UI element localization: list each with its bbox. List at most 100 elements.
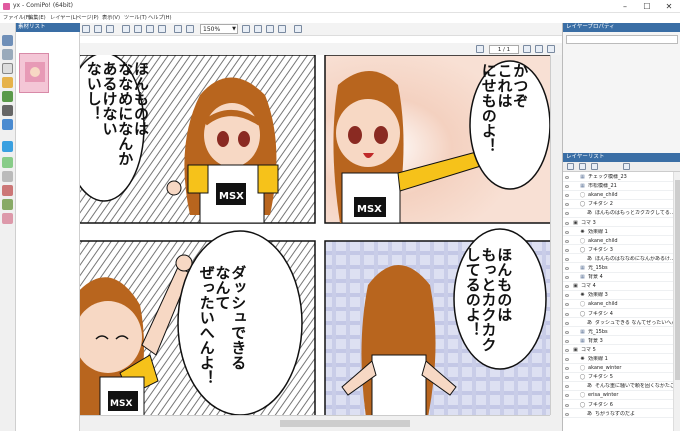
layer-row[interactable]: ▦ 背景 3 <box>563 338 673 346</box>
layer-row[interactable]: ✺ 効果線 3 <box>563 292 673 300</box>
layer-row[interactable]: ◯ akane_child <box>563 301 673 309</box>
property-field[interactable] <box>566 35 678 44</box>
last-page-icon[interactable] <box>547 45 555 53</box>
layer-row[interactable]: ◯ フキダシ 2 <box>563 201 673 209</box>
layer-row[interactable]: ◯ akane_child <box>563 238 673 246</box>
image-icon[interactable] <box>2 91 13 102</box>
canvas-horizontal-scrollbar[interactable] <box>80 415 550 431</box>
close-button[interactable]: ✕ <box>658 0 680 13</box>
eye-icon[interactable] <box>565 285 569 289</box>
eye-icon[interactable] <box>565 221 569 225</box>
eye-icon[interactable] <box>565 239 569 243</box>
copy-icon[interactable] <box>146 25 154 33</box>
cut-icon[interactable] <box>134 25 142 33</box>
scroll-thumb[interactable] <box>280 420 410 427</box>
page-list-icon[interactable] <box>476 45 484 53</box>
eye-icon[interactable] <box>565 276 569 280</box>
print-icon[interactable] <box>122 25 130 33</box>
panel-3-dialogue[interactable]: ダッシュできる なんて ぜったいへんよ！ <box>198 265 248 415</box>
eye-icon[interactable] <box>565 312 569 316</box>
fit-page-icon[interactable] <box>266 25 274 33</box>
layer-row[interactable]: ▣ コマ 4 <box>563 283 673 291</box>
menu-tool[interactable]: ツール(T) <box>124 14 147 21</box>
layer-scroll-thumb[interactable] <box>675 180 680 380</box>
balloon-icon[interactable] <box>2 63 13 74</box>
layer-delete-icon[interactable] <box>623 163 630 170</box>
page-indicator[interactable]: 1 / 1 <box>489 45 519 54</box>
pattern-icon[interactable] <box>2 171 13 182</box>
next-page-icon[interactable] <box>535 45 543 53</box>
eye-icon[interactable] <box>565 385 569 389</box>
eye-icon[interactable] <box>565 394 569 398</box>
background-icon[interactable] <box>2 49 13 60</box>
sticker-icon[interactable] <box>2 185 13 196</box>
face-icon[interactable] <box>2 213 13 224</box>
actual-size-icon[interactable] <box>278 25 286 33</box>
eye-icon[interactable] <box>565 212 569 216</box>
tone-icon[interactable] <box>2 157 13 168</box>
layer-row[interactable]: ✺ 効果線 1 <box>563 229 673 237</box>
panel-1-dialogue[interactable]: ほんものは ななめになんか あるけない ないし！ <box>85 61 150 221</box>
eye-icon[interactable] <box>565 376 569 380</box>
menu-page[interactable]: ページ(P) <box>76 14 99 21</box>
menu-edit[interactable]: 編集(E) <box>28 14 46 21</box>
pose-icon[interactable] <box>2 119 13 130</box>
eye-icon[interactable] <box>565 403 569 407</box>
panel-4-dialogue[interactable]: ほんものは もっとカクカク してるのよ！ <box>464 247 514 377</box>
layer-row[interactable]: ◯ フキダシ 4 <box>563 311 673 318</box>
layer-row[interactable]: ▦ チェック模様_23 <box>563 174 673 182</box>
redo-icon[interactable] <box>186 25 194 33</box>
menu-help[interactable]: ヘルプ(H) <box>148 14 172 21</box>
eye-icon[interactable] <box>565 321 569 325</box>
layer-row[interactable]: あそんな重に騒いで頼を固くなかたこ <box>563 383 673 391</box>
layer-list-scrollbar[interactable] <box>673 172 680 431</box>
eye-icon[interactable] <box>565 257 569 261</box>
eye-icon[interactable] <box>565 358 569 361</box>
layer-row[interactable]: ▦ 背景 4 <box>563 274 673 282</box>
zoom-select[interactable]: 150% ▼ <box>200 24 238 34</box>
maximize-button[interactable]: ☐ <box>636 0 658 13</box>
layer-row[interactable]: あちがうなずのだよ <box>563 411 673 419</box>
new-file-icon[interactable] <box>82 25 90 33</box>
layer-row[interactable]: ◯ フキダシ 5 <box>563 374 673 382</box>
paste-icon[interactable] <box>158 25 166 33</box>
panel-2-dialogue[interactable]: かつぞ これは にせものよ！ <box>480 63 530 193</box>
zoom-in-icon[interactable] <box>242 25 250 33</box>
layer-row[interactable]: あほんものはもっとカクカクしてる… <box>563 210 673 218</box>
layer-row[interactable]: ✺ 効果線 1 <box>563 356 673 364</box>
zoom-out-icon[interactable] <box>254 25 262 33</box>
eye-icon[interactable] <box>565 267 569 270</box>
eye-icon[interactable] <box>565 339 569 343</box>
layer-row[interactable]: ◯ akane_child <box>563 192 673 200</box>
eye-icon[interactable] <box>565 348 569 352</box>
save-icon[interactable] <box>106 25 114 33</box>
open-file-icon[interactable] <box>94 25 102 33</box>
layer-row[interactable]: ◯ フキダシ 3 <box>563 247 673 255</box>
eye-icon[interactable] <box>565 176 569 179</box>
eye-icon[interactable] <box>565 303 569 307</box>
layer-row[interactable]: ◯ akane_winter <box>563 365 673 373</box>
canvas-area[interactable]: MSX MSX MSX ほんものは ななめになんか あるけない ないし！ かつぞ… <box>80 55 550 415</box>
menu-view[interactable]: 表示(V) <box>102 14 120 21</box>
layer-row[interactable]: ▦ 光_15bs <box>563 265 673 273</box>
material-thumbnail[interactable] <box>19 53 49 93</box>
character-icon[interactable] <box>2 35 13 46</box>
layer-row[interactable]: ◯ フキダシ 6 <box>563 402 673 409</box>
effect-icon[interactable] <box>2 77 13 88</box>
menu-file[interactable]: ファイル(F) <box>3 14 31 21</box>
layer-row[interactable]: ▦ 光_15bs <box>563 329 673 337</box>
eye-icon[interactable] <box>565 294 569 298</box>
layer-down-icon[interactable] <box>579 163 586 170</box>
canvas-vertical-scrollbar[interactable] <box>550 55 562 415</box>
layer-row[interactable]: ▦ 市松模様_21 <box>563 183 673 191</box>
minimize-button[interactable]: – <box>614 0 636 13</box>
layer-copy-icon[interactable] <box>591 163 598 170</box>
eye-icon[interactable] <box>565 248 569 252</box>
eye-icon[interactable] <box>565 203 569 207</box>
eye-icon[interactable] <box>565 367 569 371</box>
layer-row[interactable]: あほんものはななめになんかあるけ… <box>563 256 673 264</box>
layer-row[interactable]: ▣ コマ 3 <box>563 220 673 227</box>
eye-icon[interactable] <box>565 330 569 334</box>
undo-icon[interactable] <box>174 25 182 33</box>
frame-icon[interactable] <box>2 105 13 116</box>
